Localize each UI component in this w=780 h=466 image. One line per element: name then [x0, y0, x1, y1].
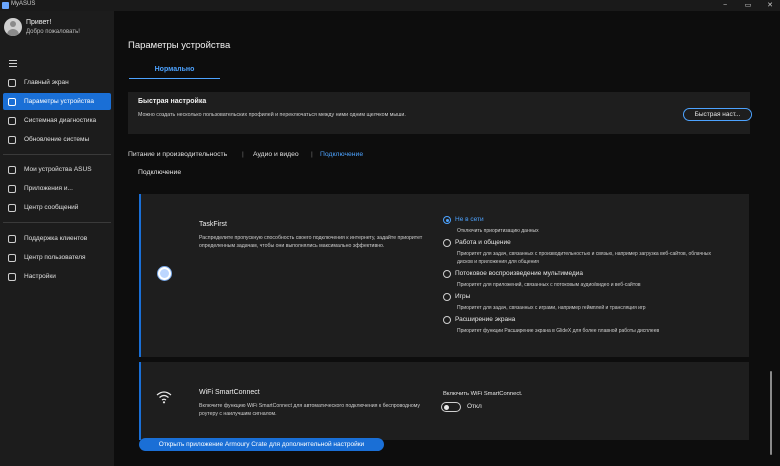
- sidebar-divider: [3, 154, 111, 155]
- tab-separator: |: [242, 151, 244, 158]
- switch-state-label: Откл: [467, 403, 482, 410]
- sidebar-item-diagnostics[interactable]: Системная диагностика: [3, 112, 111, 129]
- option-label: Потоковое воспроизведение мультимедиа: [455, 270, 584, 277]
- sidebar-item-settings[interactable]: Настройки: [3, 268, 111, 285]
- minimize-button[interactable]: −: [718, 0, 732, 11]
- option-label: Работа и общение: [455, 239, 511, 246]
- sidebar-item-label: Центр сообщений: [24, 204, 79, 211]
- devices-icon: [8, 165, 16, 174]
- sidebar-item-label: Параметры устройства: [24, 98, 94, 105]
- radio-button[interactable]: [443, 316, 451, 324]
- sidebar-item-label: Обновление системы: [24, 136, 90, 143]
- close-button[interactable]: ✕: [763, 0, 777, 11]
- wifi-title: WiFi SmartConnect: [199, 389, 260, 396]
- tab-audio-video[interactable]: Аудио и видео: [253, 151, 299, 158]
- tab-separator: |: [311, 151, 313, 158]
- radio-button[interactable]: [443, 239, 451, 247]
- wifi-enable-label: Включить WiFi SmartConnect.: [443, 391, 523, 397]
- gear-icon: [8, 272, 16, 281]
- main-content: Параметры устройства Нормально Быстрая н…: [114, 11, 780, 466]
- sidebar-item-home[interactable]: Главный экран: [3, 74, 111, 91]
- option-description: Приоритет функции Расширение экрана в Gl…: [457, 328, 660, 334]
- option-label: Не в сети: [455, 216, 484, 223]
- apps-grid-icon: [8, 184, 16, 193]
- radio-button[interactable]: [443, 270, 451, 278]
- hamburger-menu-icon[interactable]: [9, 60, 17, 67]
- sidebar-item-apps[interactable]: Приложения и...: [3, 180, 111, 197]
- sidebar-item-message-center[interactable]: Центр сообщений: [3, 199, 111, 216]
- sidebar-item-label: Системная диагностика: [24, 117, 97, 124]
- message-icon: [8, 203, 16, 212]
- sidebar-item-label: Мои устройства ASUS: [24, 166, 92, 173]
- option-label: Расширение экрана: [455, 316, 516, 323]
- sidebar: Привет! Добро пожаловать! Главный экран …: [0, 11, 114, 466]
- user-greeting: Привет!: [26, 19, 52, 26]
- quick-settings-description: Можно создать несколько пользовательских…: [138, 112, 406, 118]
- title-bar: MyASUS − ▭ ✕: [0, 0, 780, 11]
- wifi-smartconnect-card: WiFi SmartConnect Включите функцию WiFi …: [139, 362, 749, 440]
- quick-settings-button[interactable]: Быстрая наст...: [683, 108, 752, 121]
- option-description: Отключить приоритизацию данных: [457, 228, 539, 234]
- wifi-smartconnect-switch[interactable]: [441, 402, 461, 412]
- sidebar-divider: [3, 222, 111, 223]
- option-description: Приоритет для приложений, связанных с по…: [457, 282, 641, 288]
- section-label-connection: Подключение: [138, 169, 182, 176]
- quick-settings-title: Быстрая настройка: [138, 98, 207, 105]
- sidebar-item-label: Поддержка клиентов: [24, 235, 88, 242]
- tab-power-performance[interactable]: Питание и производительность: [128, 151, 227, 158]
- sidebar-item-support[interactable]: Поддержка клиентов: [3, 230, 111, 247]
- sidebar-item-label: Центр пользователя: [24, 254, 86, 261]
- avatar-head-icon: [10, 21, 16, 27]
- wifi-icon: [156, 391, 172, 404]
- taskfirst-title: TaskFirst: [199, 221, 227, 228]
- window-title: MyASUS: [11, 1, 36, 7]
- diagnostics-icon: [8, 116, 16, 125]
- sidebar-item-label: Настройки: [24, 273, 56, 280]
- page-title: Параметры устройства: [128, 40, 231, 51]
- user-icon: [8, 253, 16, 262]
- maximize-button[interactable]: ▭: [741, 0, 755, 11]
- user-welcome: Добро пожаловать!: [26, 29, 80, 35]
- sidebar-item-label: Главный экран: [24, 79, 69, 86]
- tab-active-indicator: [129, 78, 220, 79]
- sliders-icon: [8, 97, 16, 106]
- wifi-description: Включите функцию WiFi SmartConnect для а…: [199, 403, 421, 417]
- open-armoury-crate-button[interactable]: Открыть приложение Armoury Crate для доп…: [139, 438, 384, 451]
- option-description: Приоритет для задач, связанных с играми,…: [457, 305, 646, 311]
- user-profile[interactable]: Привет! Добро пожаловать!: [4, 17, 114, 47]
- support-icon: [8, 234, 16, 243]
- radio-button[interactable]: [443, 293, 451, 301]
- sidebar-item-my-devices[interactable]: Мои устройства ASUS: [3, 161, 111, 178]
- home-icon: [8, 78, 16, 87]
- option-description: Приоритет для задач, связанных с произво…: [457, 251, 711, 265]
- switch-knob: [444, 404, 449, 410]
- radio-button[interactable]: [443, 216, 451, 224]
- option-label: Игры: [455, 293, 471, 300]
- myasus-logo-icon: [2, 2, 9, 9]
- sidebar-item-system-update[interactable]: Обновление системы: [3, 131, 111, 148]
- scrollbar[interactable]: [770, 371, 772, 455]
- taskfirst-description: Распределите пропускную способность свое…: [199, 235, 423, 249]
- taskfirst-card: TaskFirst Распределите пропускную способ…: [139, 194, 749, 357]
- refresh-icon: [8, 135, 16, 144]
- avatar-body-icon: [7, 29, 19, 36]
- quick-settings-card: Быстрая настройка Можно создать нескольк…: [128, 92, 752, 134]
- tab-connection[interactable]: Подключение: [320, 151, 363, 158]
- sidebar-item-user-center[interactable]: Центр пользователя: [3, 249, 111, 266]
- avatar[interactable]: [4, 18, 22, 36]
- sidebar-item-label: Приложения и...: [24, 185, 73, 192]
- sidebar-item-device-settings[interactable]: Параметры устройства: [3, 93, 111, 110]
- taskfirst-toggle[interactable]: [158, 267, 171, 280]
